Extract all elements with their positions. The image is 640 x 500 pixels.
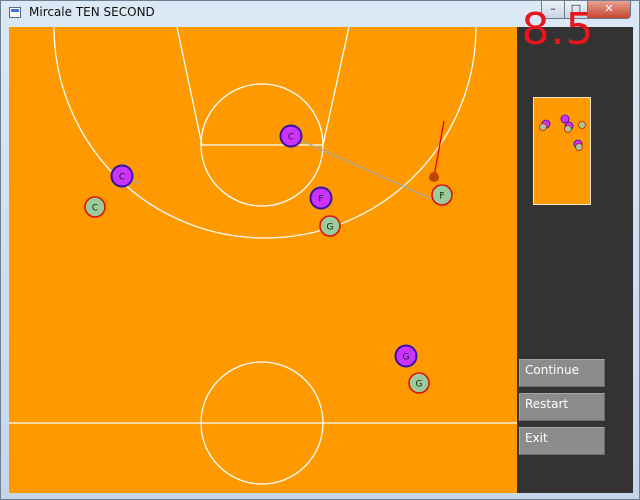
minimap-canvas [539, 114, 586, 151]
basketball[interactable] [429, 172, 439, 182]
offense-player[interactable]: F [309, 186, 333, 210]
defense-player[interactable]: C [84, 196, 106, 218]
close-icon: ✕ [604, 2, 614, 15]
offense-player[interactable]: C [279, 124, 303, 148]
window-title: Mircale TEN SECOND [29, 5, 155, 19]
court-minimap [533, 97, 591, 205]
player-label: F [318, 195, 323, 205]
offense-player[interactable]: G [394, 344, 418, 368]
defense-player[interactable]: G [319, 215, 341, 237]
minimap-defense-dot [539, 123, 547, 131]
player-label: G [416, 380, 423, 390]
player-label: G [327, 223, 334, 233]
app-icon [9, 7, 21, 18]
offense-player[interactable]: C [110, 164, 134, 188]
player-label: C [92, 204, 98, 214]
game-window: Mircale TEN SECOND – □ ✕ C C F G C F G G [0, 0, 640, 500]
player-label: C [119, 173, 125, 183]
player-label: G [403, 353, 410, 363]
exit-button[interactable]: Exit [519, 427, 605, 455]
basketball-court[interactable]: C C F G C F G G [9, 27, 517, 493]
continue-button[interactable]: Continue [519, 359, 605, 387]
shot-clock-timer: 8.5 [521, 4, 595, 55]
minimap-defense-dot [578, 121, 586, 129]
restart-button[interactable]: Restart [519, 393, 605, 421]
defense-player[interactable]: F [431, 184, 453, 206]
player-label: C [288, 133, 294, 143]
minimap-defense-dot [575, 143, 583, 151]
player-label: F [439, 192, 444, 202]
minimap-defense-dot [564, 125, 572, 133]
defense-player[interactable]: G [408, 372, 430, 394]
